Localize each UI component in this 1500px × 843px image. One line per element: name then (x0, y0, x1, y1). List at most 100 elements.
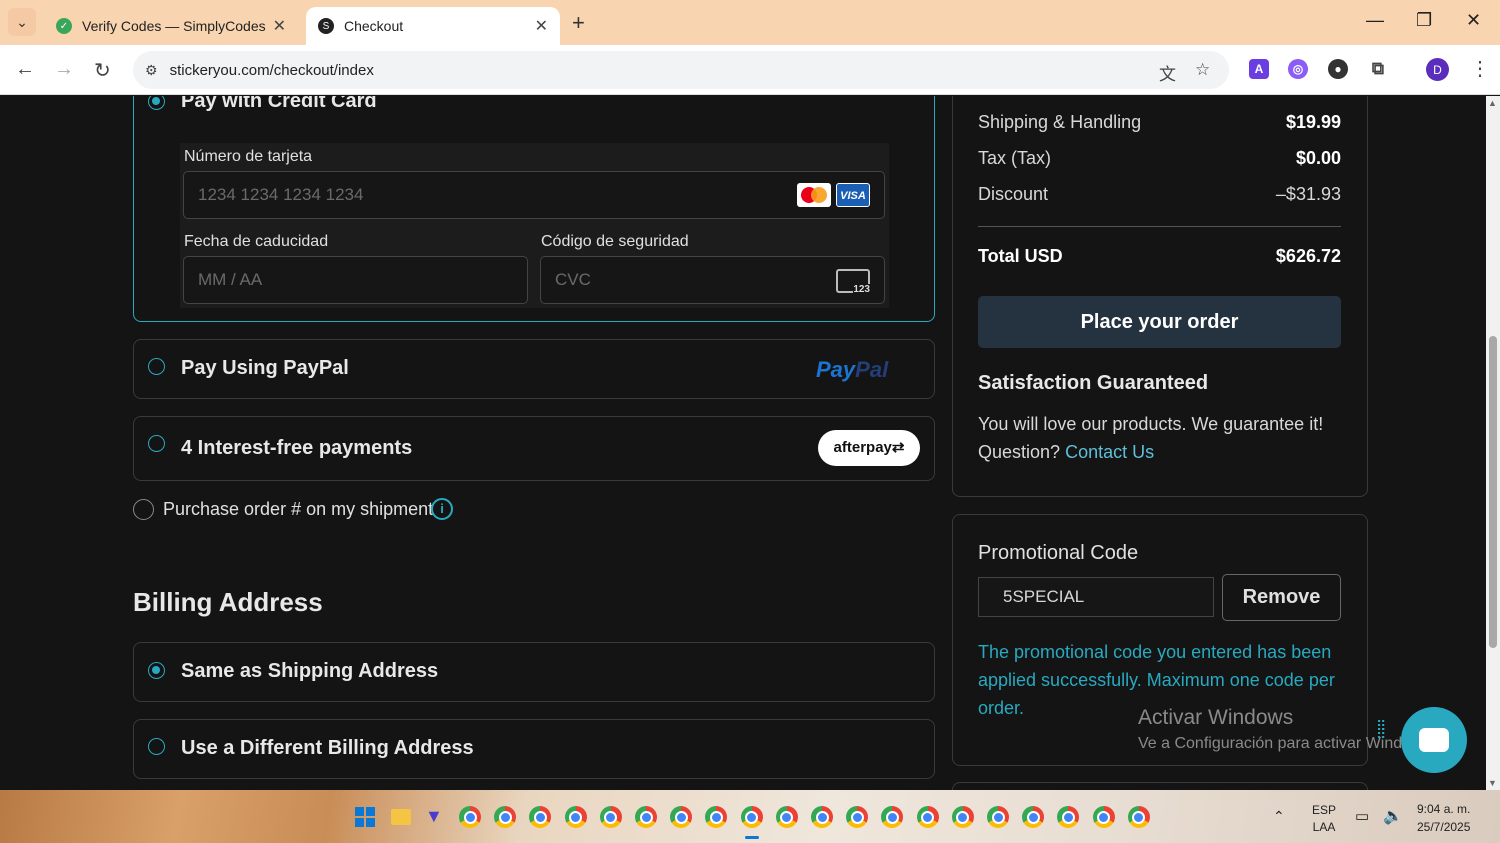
total-value: $626.72 (1275, 246, 1341, 266)
restore-button[interactable]: ❐ (1416, 10, 1432, 31)
activate-windows-subtitle: Ve a Configuración para activar Windows. (1138, 735, 1436, 752)
file-explorer-icon[interactable] (391, 809, 411, 825)
billing-different-label: Use a Different Billing Address (181, 737, 474, 759)
browser-menu-icon[interactable]: ⋮ (1470, 56, 1490, 81)
purchase-order-radio[interactable] (133, 499, 154, 520)
language-code: ESP (1312, 803, 1337, 817)
chrome-taskbar-icon[interactable] (529, 806, 552, 828)
chrome-taskbar-icon[interactable] (1022, 806, 1045, 828)
card-number-input[interactable]: 1234 1234 1234 1234 (183, 171, 885, 219)
paypal-logo: PayPal (816, 357, 888, 383)
paypal-radio[interactable] (148, 358, 165, 375)
tax-label: Tax (Tax) (978, 148, 1052, 168)
extension-incognito-icon[interactable]: ● (1328, 59, 1348, 79)
billing-same-radio[interactable] (148, 662, 165, 679)
tab-title: Checkout (344, 18, 404, 34)
chrome-taskbar-icon[interactable] (881, 806, 904, 828)
back-button[interactable]: ← (15, 58, 35, 81)
address-bar[interactable]: ⚙ stickeryou.com/checkout/index 文 ☆ (133, 51, 1229, 89)
scroll-up-icon[interactable]: ▲ (1488, 98, 1497, 108)
chrome-taskbar-icon[interactable] (1092, 806, 1115, 828)
scrollbar-thumb[interactable] (1489, 336, 1497, 648)
close-window-button[interactable]: ✕ (1466, 10, 1481, 31)
chrome-taskbar-icon[interactable] (1127, 806, 1150, 828)
page-scrollbar[interactable]: ▲ ▼ (1486, 96, 1500, 790)
network-icon[interactable]: ▭ (1355, 807, 1369, 825)
place-order-button[interactable]: Place your order (978, 296, 1341, 348)
billing-same-label: Same as Shipping Address (181, 660, 439, 682)
windows-start-icon[interactable] (355, 807, 375, 827)
tab-strip: ⌄ ✓ Verify Codes — SimplyCodes ✕ S Check… (0, 0, 1500, 45)
chat-button[interactable] (1401, 707, 1467, 773)
profile-avatar[interactable]: D (1426, 58, 1449, 81)
chrome-taskbar-icon[interactable] (846, 806, 869, 828)
expiry-input[interactable]: MM / AA (183, 256, 528, 304)
chrome-taskbar-icon[interactable] (811, 806, 833, 828)
promo-title: Promotional Code (978, 542, 1139, 564)
chrome-taskbar-icon[interactable] (987, 806, 1009, 828)
chrome-taskbar-icon[interactable] (951, 806, 974, 828)
minimize-button[interactable]: — (1366, 10, 1384, 31)
scroll-down-icon[interactable]: ▼ (1488, 778, 1497, 788)
bookmark-star-icon[interactable]: ☆ (1195, 60, 1210, 80)
tab-simplycodes[interactable]: ✓ Verify Codes — SimplyCodes ✕ (44, 7, 298, 45)
vpn-app-icon[interactable]: ▼ (425, 806, 443, 827)
info-icon[interactable]: i (431, 498, 453, 520)
site-info-icon[interactable]: ⚙ (145, 62, 158, 79)
chrome-taskbar-icon[interactable] (916, 806, 939, 828)
chrome-taskbar-icon[interactable] (775, 806, 798, 828)
tray-chevron-up-icon[interactable]: ⌃ (1273, 808, 1285, 825)
paypal-logo-pay: Pay (816, 357, 856, 382)
chrome-taskbar-icon[interactable] (599, 806, 622, 828)
translate-icon[interactable]: 文 (1159, 60, 1176, 85)
extensions-puzzle-icon[interactable]: ⧉ (1368, 59, 1388, 79)
url-text[interactable]: stickeryou.com/checkout/index (170, 62, 374, 79)
next-card (952, 782, 1368, 790)
afterpay-label: 4 Interest-free payments (181, 437, 413, 459)
chrome-taskbar-icon[interactable] (705, 806, 728, 828)
shipping-row: Shipping & Handling $19.99 (978, 112, 1341, 133)
checkout-page: Pay with Credit Card Número de tarjeta 1… (0, 96, 1486, 790)
close-tab-icon[interactable]: ✕ (273, 16, 286, 36)
discount-value: –$31.93 (1275, 184, 1341, 204)
chat-bubble-icon (1419, 728, 1449, 752)
chrome-taskbar-icon[interactable] (670, 806, 693, 828)
simplycodes-icon: ✓ (56, 18, 72, 34)
cvc-input[interactable]: CVC (540, 256, 885, 304)
chrome-taskbar-icon[interactable] (635, 806, 657, 828)
clock[interactable]: 9:04 a. m. 25/7/2025 (1417, 800, 1470, 836)
activate-windows-title: Activar Windows (1138, 706, 1294, 729)
new-tab-button[interactable]: + (572, 10, 585, 36)
chrome-taskbar-icon[interactable] (1057, 806, 1080, 828)
contact-us-link[interactable]: Contact Us (1065, 442, 1154, 462)
keyboard-layout: LAA (1312, 820, 1336, 834)
billing-different-radio[interactable] (148, 738, 165, 755)
purchase-order-label: Purchase order # on my shipment (163, 499, 434, 519)
expiry-label: Fecha de caducidad (184, 233, 329, 250)
forward-button[interactable]: → (54, 58, 74, 81)
active-app-indicator (745, 836, 759, 839)
afterpay-radio[interactable] (148, 435, 165, 452)
stickeryou-icon: S (318, 18, 334, 34)
tab-checkout[interactable]: S Checkout ✕ (306, 7, 560, 45)
chrome-taskbar-icon[interactable] (564, 806, 587, 828)
remove-promo-button[interactable]: Remove (1222, 574, 1341, 621)
extension-swirl-icon[interactable]: ◎ (1288, 59, 1308, 79)
chat-drag-handle-icon[interactable]: ⠿ ⠿ (1376, 719, 1386, 741)
chrome-taskbar-icon[interactable] (740, 806, 763, 828)
chrome-taskbar-icon[interactable] (459, 806, 481, 828)
close-tab-icon[interactable]: ✕ (535, 16, 548, 36)
reload-button[interactable]: ↻ (94, 58, 111, 83)
chrome-taskbar-icon[interactable] (494, 806, 517, 828)
extension-a-icon[interactable]: A (1249, 59, 1269, 79)
tax-row: Tax (Tax) $0.00 (978, 148, 1341, 169)
tab-search-button[interactable]: ⌄ (8, 8, 36, 36)
promo-code-input[interactable]: 5SPECIAL (978, 577, 1214, 617)
language-indicator[interactable]: ESP LAA (1312, 802, 1336, 836)
volume-icon[interactable]: 🔈 (1383, 806, 1403, 826)
paypal-logo-pal: Pal (855, 357, 889, 382)
discount-row: Discount –$31.93 (978, 184, 1341, 205)
cvc-card-icon: 123 (836, 269, 870, 295)
tax-value: $0.00 (1295, 148, 1341, 168)
shipping-value: $19.99 (1285, 112, 1341, 132)
